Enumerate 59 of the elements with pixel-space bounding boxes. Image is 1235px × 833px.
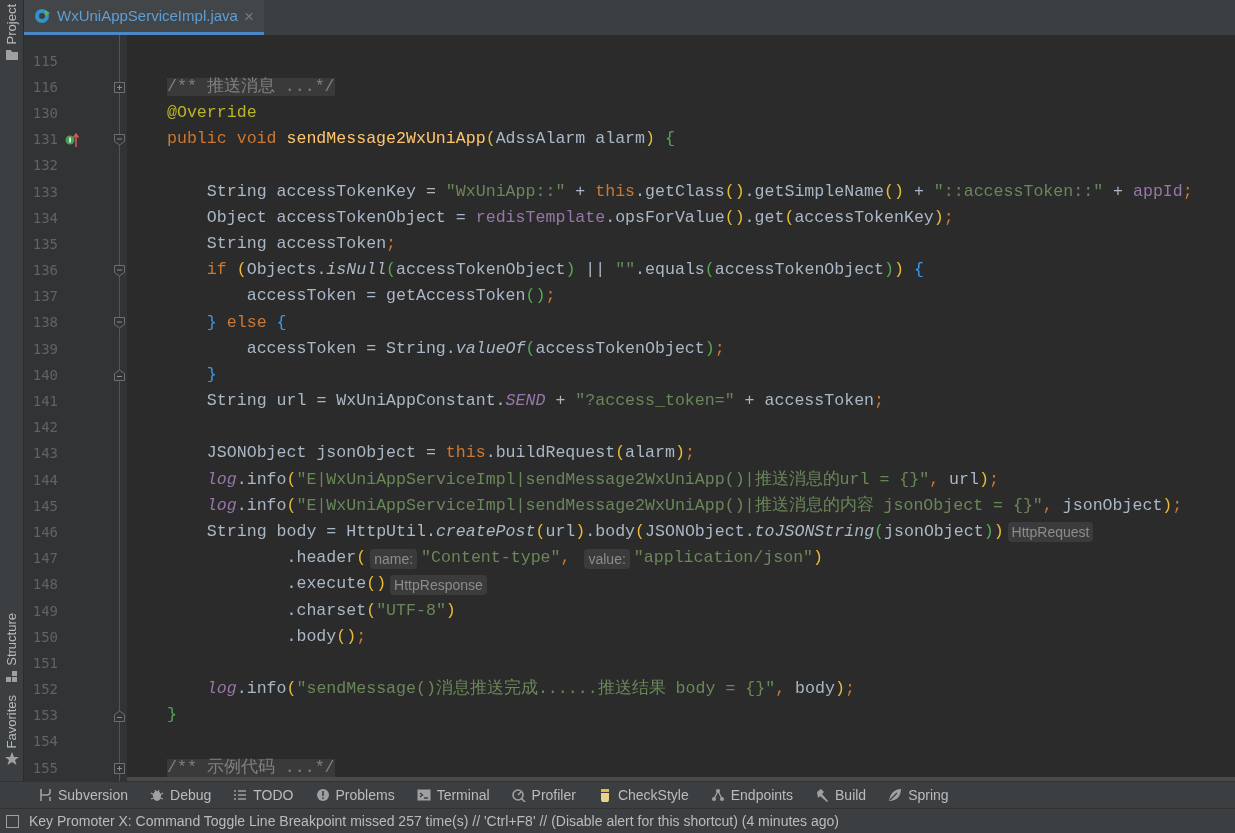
terminal-icon [416, 788, 431, 802]
code-text: log.info("sendMessage()消息推送完成......推送结果 body = {}", body); [206, 677, 855, 701]
tool-window-tab[interactable]: Project [5, 4, 18, 45]
folded-comment[interactable]: /** 推送消息 ...*/ [167, 78, 335, 97]
tool-window-button[interactable]: Profiler [511, 784, 576, 806]
list-icon [233, 788, 248, 802]
code-text: String accessTokenKey = "WxUniApp::" + this.getClass().getSimpleName() + "::accessToken::" + appId; [206, 180, 1193, 203]
code-text: "Content-type", [421, 547, 572, 570]
code-text: .body(); [286, 625, 367, 648]
code-text: .header( [286, 547, 367, 570]
tool-window-button[interactable]: Endpoints [710, 784, 793, 806]
nodes-icon [710, 788, 725, 802]
code-text: public void sendMessage2WxUniApp(AdssAlarm alarm) { [167, 128, 675, 151]
structure-icon [4, 669, 19, 683]
tool-window-tab[interactable]: Structure [5, 612, 18, 666]
code-text: accessToken = getAccessToken(); [246, 285, 556, 308]
code-text: } else { [206, 311, 287, 334]
code-text: .execute() [286, 573, 387, 596]
file-tab[interactable]: WxUniAppServiceImpl.java × [24, 0, 264, 35]
tool-window-button[interactable]: Subversion [38, 784, 129, 806]
tool-window-tab[interactable]: Favorites [5, 694, 18, 748]
code-text: JSONObject jsonObject = this.buildRequest(alarm); [206, 442, 695, 465]
magnifier-icon [511, 788, 526, 802]
inlay-hint: value: [584, 548, 630, 569]
class-icon [34, 8, 51, 24]
folder-icon [4, 48, 19, 62]
warning-icon [315, 788, 330, 802]
code-text: String body = HttpUtil.createPost(url).body(JSONObject.toJSONString(jsonObject)) [206, 521, 1004, 543]
folded-comment[interactable]: /** 示例代码 ...*/ [167, 759, 335, 778]
implements-marker-icon [65, 131, 79, 148]
code-text: log.info("E|WxUniAppServiceImpl|sendMessage2WxUniApp()|推送消息的内容 jsonObject = {}", jsonObject); [206, 494, 1183, 517]
tool-window-button[interactable]: Problems [315, 784, 395, 806]
tool-window-button[interactable]: Spring [888, 784, 949, 806]
status-message: Key Promoter X: Command Toggle Line Breakpoint missed 257 time(s) // 'Ctrl+F8' // (Disable alert for this shortcut) (4 minutes ago) [29, 811, 840, 831]
code-text: .charset("UTF-8") [286, 599, 456, 622]
code-text: } [167, 704, 177, 727]
leaf-icon [888, 788, 903, 802]
tool-window-button[interactable]: CheckStyle [597, 784, 689, 806]
inlay-hint: HttpResponse [390, 574, 487, 595]
code-text: String url = WxUniAppConstant.SEND + "?access_token=" + accessToken; [206, 390, 885, 413]
code-text: if (Objects.isNull(accessTokenObject) || "".equals(accessTokenObject)) { [206, 259, 924, 282]
tool-window-button[interactable]: TODO [233, 784, 294, 806]
code-text: log.info("E|WxUniAppServiceImpl|sendMessage2WxUniApp()|推送消息的url = {}", url); [206, 468, 999, 491]
tool-window-button[interactable]: Build [815, 784, 867, 806]
panel-toggle-icon [6, 814, 19, 828]
code-text: @Override [167, 102, 257, 124]
tool-window-button[interactable]: Debug [150, 784, 212, 806]
code-text: "application/json") [633, 547, 824, 570]
star-icon [4, 752, 19, 765]
code-text: Object accessTokenObject = redisTemplate.opsForValue().get(accessTokenKey); [206, 206, 954, 229]
code-text: String accessToken; [206, 232, 397, 255]
code-text: accessToken = String.valueOf(accessTokenObject); [246, 337, 725, 360]
inlay-hint: HttpRequest [1007, 522, 1094, 543]
bug-icon [150, 788, 165, 802]
hammer-icon [815, 788, 829, 802]
inlay-hint: name: [370, 548, 418, 569]
branch-icon [38, 788, 52, 802]
tool-window-button[interactable]: Terminal [416, 784, 490, 806]
code-text: } [206, 363, 217, 386]
